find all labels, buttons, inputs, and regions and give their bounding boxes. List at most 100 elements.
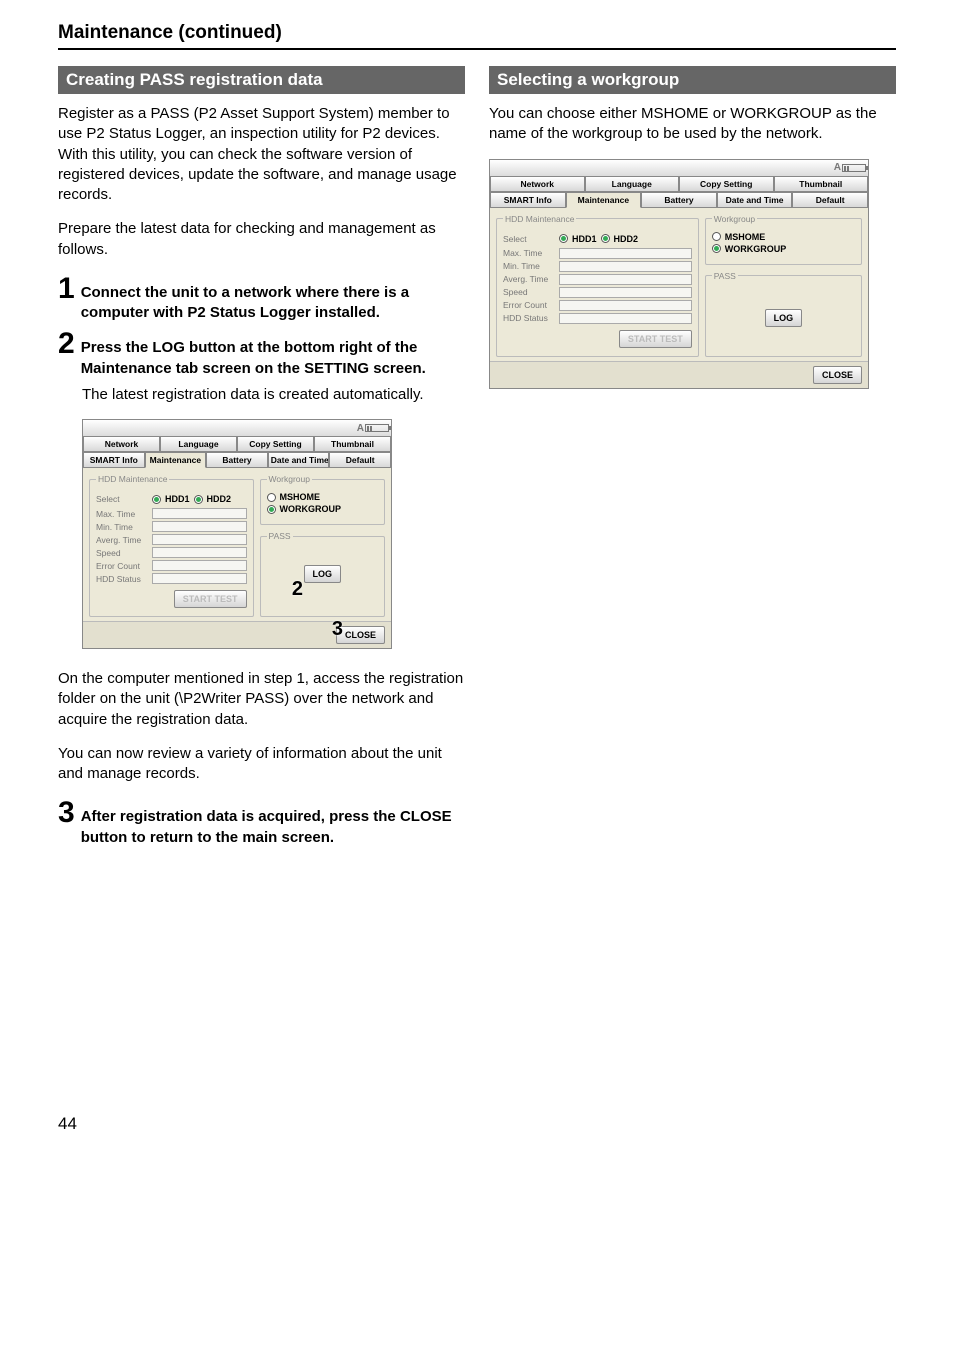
tabs-row-2: SMART Info Maintenance Battery Date and …: [83, 452, 391, 468]
error-count-field: [152, 560, 247, 571]
tabs-row-1: Network Language Copy Setting Thumbnail: [83, 436, 391, 452]
tab-battery[interactable]: Battery: [641, 192, 717, 208]
min-time-label: Min. Time: [503, 261, 555, 271]
log-button[interactable]: LOG: [304, 565, 342, 583]
min-time-field: [559, 261, 692, 272]
battery-indicator-icon: A: [834, 162, 866, 173]
tab-date-time[interactable]: Date and Time: [268, 452, 330, 468]
hdd2-radio[interactable]: HDD2: [194, 494, 232, 504]
tab-battery[interactable]: Battery: [206, 452, 268, 468]
hdd1-radio[interactable]: HDD1: [559, 234, 597, 244]
hdd-status-label: HDD Status: [503, 313, 555, 323]
max-time-label: Max. Time: [503, 248, 555, 258]
min-time-field: [152, 521, 247, 532]
hdd2-radio[interactable]: HDD2: [601, 234, 639, 244]
battery-indicator-icon: A: [357, 423, 389, 434]
left-column: Creating PASS registration data Register…: [58, 66, 465, 854]
select-label: Select: [503, 234, 555, 244]
post-text-2: You can now review a variety of informat…: [58, 744, 465, 785]
log-button[interactable]: LOG: [765, 309, 803, 327]
step-2-text: Press the LOG button at the bottom right…: [81, 329, 465, 379]
tab-copy-setting[interactable]: Copy Setting: [237, 436, 314, 452]
settings-window-large: A Network Language Copy Setting Thumbnai…: [489, 159, 869, 389]
error-count-label: Error Count: [96, 561, 148, 571]
mshome-radio[interactable]: MSHOME: [712, 232, 855, 242]
step-2-note: The latest registration data is created …: [82, 385, 465, 405]
pass-group: PASS LOG: [705, 271, 862, 357]
panel-body-large: HDD Maintenance Select HDD1 HDD2 Max. Ti…: [490, 208, 868, 361]
workgroup-legend: Workgroup: [712, 214, 757, 224]
workgroup-legend: Workgroup: [267, 474, 312, 484]
speed-field: [152, 547, 247, 558]
max-time-field: [152, 508, 247, 519]
step-2: 2 Press the LOG button at the bottom rig…: [58, 329, 465, 379]
close-button[interactable]: CLOSE: [813, 366, 862, 384]
callout-2: 2: [292, 578, 303, 601]
left-intro-2: Prepare the latest data for checking and…: [58, 219, 465, 260]
tab-copy-setting[interactable]: Copy Setting: [679, 176, 774, 192]
page-number: 44: [58, 1114, 896, 1134]
workgroup-group: Workgroup MSHOME WORKGROUP: [705, 214, 862, 265]
step-1: 1 Connect the unit to a network where th…: [58, 274, 465, 324]
close-button[interactable]: CLOSE: [336, 626, 385, 644]
step-3-text: After registration data is acquired, pre…: [81, 798, 465, 848]
speed-field: [559, 287, 692, 298]
step-1-number: 1: [58, 274, 75, 324]
footer-bar-large: CLOSE: [490, 361, 868, 388]
panel-body: HDD Maintenance Select HDD1 HDD2 Max. Ti…: [83, 468, 391, 621]
tab-thumbnail[interactable]: Thumbnail: [774, 176, 869, 192]
step-3-number: 3: [58, 798, 75, 848]
pass-group: PASS LOG: [260, 531, 385, 617]
min-time-label: Min. Time: [96, 522, 148, 532]
settings-window-small: A Network Language Copy Setting Thumbnai…: [82, 419, 392, 649]
hdd-legend: HDD Maintenance: [503, 214, 576, 224]
tab-default[interactable]: Default: [329, 452, 391, 468]
error-count-field: [559, 300, 692, 311]
hdd-legend: HDD Maintenance: [96, 474, 169, 484]
titlebar: A: [83, 420, 391, 436]
hdd1-radio[interactable]: HDD1: [152, 494, 190, 504]
start-test-button[interactable]: START TEST: [174, 590, 247, 608]
tab-language[interactable]: Language: [585, 176, 680, 192]
speed-label: Speed: [503, 287, 555, 297]
tab-default[interactable]: Default: [792, 192, 868, 208]
tab-maintenance[interactable]: Maintenance: [566, 192, 642, 208]
mshome-radio[interactable]: MSHOME: [267, 492, 378, 502]
max-time-field: [559, 248, 692, 259]
tab-maintenance[interactable]: Maintenance: [145, 452, 207, 468]
tab-network[interactable]: Network: [490, 176, 585, 192]
tabs-row-1-large: Network Language Copy Setting Thumbnail: [490, 176, 868, 192]
tab-network[interactable]: Network: [83, 436, 160, 452]
error-count-label: Error Count: [503, 300, 555, 310]
right-header: Selecting a workgroup: [489, 66, 896, 94]
avg-time-label: Averg. Time: [96, 535, 148, 545]
pass-legend: PASS: [267, 531, 293, 541]
workgroup-radio[interactable]: WORKGROUP: [267, 504, 378, 514]
hdd-status-field: [559, 313, 692, 324]
avg-time-label: Averg. Time: [503, 274, 555, 284]
section-title: Maintenance (continued): [58, 22, 896, 50]
step-2-number: 2: [58, 329, 75, 379]
pass-legend: PASS: [712, 271, 738, 281]
hdd-maintenance-group: HDD Maintenance Select HDD1 HDD2 Max. Ti…: [89, 474, 254, 617]
tab-thumbnail[interactable]: Thumbnail: [314, 436, 391, 452]
select-label: Select: [96, 494, 148, 504]
workgroup-group: Workgroup MSHOME WORKGROUP: [260, 474, 385, 525]
tabs-row-2-large: SMART Info Maintenance Battery Date and …: [490, 192, 868, 208]
hdd-status-field: [152, 573, 247, 584]
hdd-status-label: HDD Status: [96, 574, 148, 584]
tab-date-time[interactable]: Date and Time: [717, 192, 793, 208]
left-header: Creating PASS registration data: [58, 66, 465, 94]
tab-smart-info[interactable]: SMART Info: [83, 452, 145, 468]
right-column: Selecting a workgroup You can choose eit…: [489, 66, 896, 854]
speed-label: Speed: [96, 548, 148, 558]
tab-language[interactable]: Language: [160, 436, 237, 452]
tab-smart-info[interactable]: SMART Info: [490, 192, 566, 208]
titlebar-large: A: [490, 160, 868, 176]
footer-bar: CLOSE 3: [83, 621, 391, 648]
start-test-button[interactable]: START TEST: [619, 330, 692, 348]
hdd-maintenance-group: HDD Maintenance Select HDD1 HDD2 Max. Ti…: [496, 214, 699, 357]
step-3: 3 After registration data is acquired, p…: [58, 798, 465, 848]
workgroup-radio[interactable]: WORKGROUP: [712, 244, 855, 254]
post-text-1: On the computer mentioned in step 1, acc…: [58, 669, 465, 730]
